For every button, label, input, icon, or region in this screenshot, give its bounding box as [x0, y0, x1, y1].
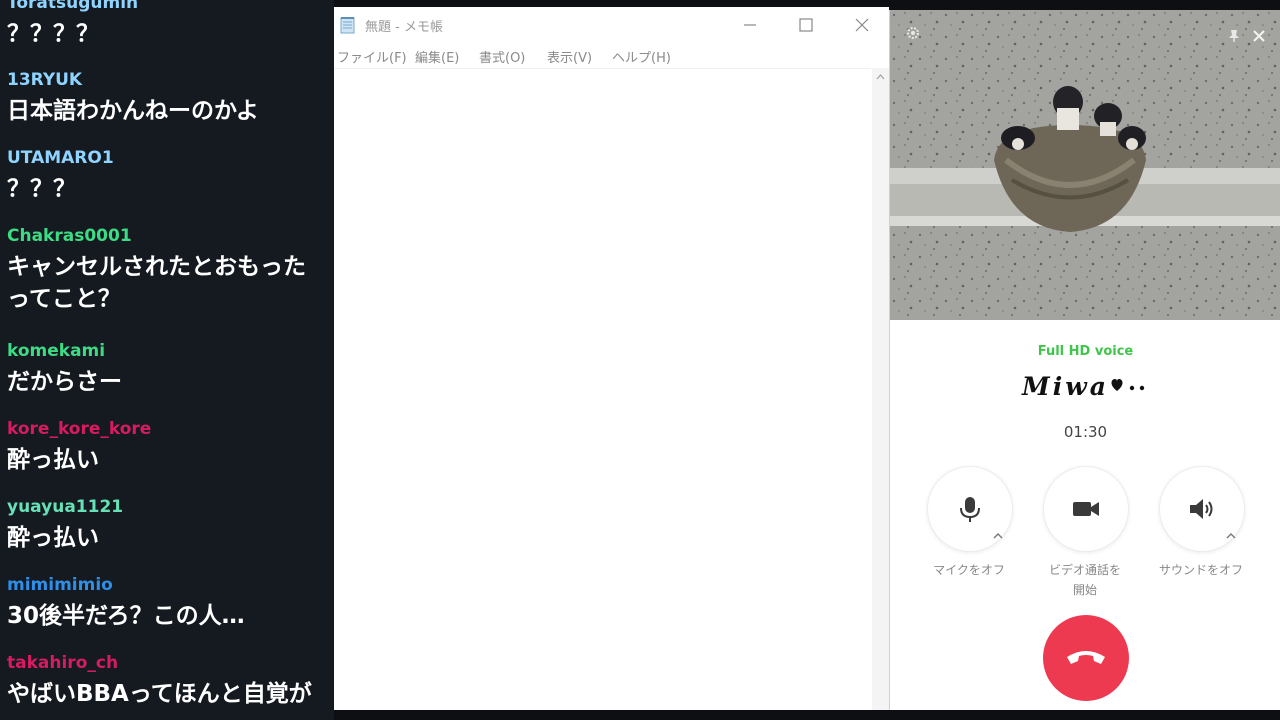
chat-username: Chakras0001 [7, 226, 132, 246]
start-video-label-line2: 開始 [1072, 583, 1097, 597]
hang-up-button[interactable] [1043, 615, 1129, 701]
chat-text: だからさー [7, 369, 122, 395]
video-camera-icon [1073, 502, 1099, 516]
notepad-title: 無題 - メモ帳 [365, 20, 443, 35]
menu-help[interactable]: ヘルプ(H) [612, 47, 671, 66]
mic-options-chevron-icon[interactable] [992, 532, 1004, 540]
chat-username: yuayua1121 [7, 497, 124, 517]
close-call-window-icon[interactable] [1252, 29, 1266, 43]
microphone-icon [960, 497, 980, 522]
vertical-scrollbar[interactable] [872, 68, 889, 710]
close-icon [855, 18, 869, 32]
start-video-label-line1: ビデオ通話を [1048, 563, 1121, 577]
chat-panel: Toratsugumin ？？？？ 13RYUK 日本語わかんねーのかよ UTA… [0, 0, 334, 720]
chat-message: takahiro_ch やばいBBAってほんと自覚が [7, 652, 312, 710]
chat-message: komekami だからさー [7, 340, 122, 398]
minimize-icon [744, 24, 756, 26]
maximize-button[interactable] [791, 13, 821, 37]
close-button[interactable] [847, 13, 877, 37]
call-timer: 01:30 [1063, 423, 1108, 441]
menu-edit[interactable]: 編集(E) [415, 47, 459, 66]
menu-view[interactable]: 表示(V) [547, 47, 592, 66]
chat-text: 日本語わかんねーのかよ [7, 98, 259, 124]
chat-message: 13RYUK 日本語わかんねーのかよ [7, 69, 259, 127]
start-video-button[interactable] [1043, 466, 1129, 552]
caller-name: Miwa [890, 372, 1280, 401]
notepad-titlebar[interactable]: 無題 - メモ帳 [334, 7, 889, 43]
settings-icon[interactable] [906, 26, 920, 40]
notepad-icon [340, 17, 355, 34]
mute-mic-label: マイクをオフ [909, 560, 1029, 580]
chat-message: mimimimio 30後半だろ？この人… [7, 574, 245, 632]
chat-text: 酔っ払い [7, 447, 99, 473]
video-feed [890, 10, 1280, 320]
heart-dots-decoration [1111, 379, 1145, 391]
notepad-menubar: ファイル(F) 編集(E) 書式(O) 表示(V) ヘルプ(H) [334, 44, 889, 68]
caller-name-text: Miwa [1022, 372, 1109, 401]
chat-text: 酔っ払い [7, 525, 99, 551]
sound-options-chevron-icon[interactable] [1225, 532, 1237, 540]
mute-sound-label-text: サウンドをオフ [1158, 563, 1243, 577]
notepad-window: 無題 - メモ帳 ファイル(F) 編集(E) 書式(O) 表示(V) ヘルプ(H… [334, 7, 889, 711]
chat-text: 30後半だろ？この人… [7, 603, 245, 629]
chat-username: kore_kore_kore [7, 419, 152, 439]
chat-username: 13RYUK [7, 70, 83, 90]
chat-username: UTAMARO1 [7, 148, 114, 168]
chat-username: Toratsugumin [7, 0, 139, 13]
chat-text: やばいBBAってほんと自覚が [7, 681, 312, 707]
scroll-up-icon[interactable] [875, 72, 886, 82]
bottom-bar [334, 710, 1280, 720]
call-quality-label: Full HD voice [1037, 344, 1134, 359]
chat-username: mimimimio [7, 575, 113, 595]
menu-file[interactable]: ファイル(F) [337, 47, 407, 66]
phone-hangup-icon [1067, 651, 1105, 664]
chat-message: yuayua1121 酔っ払い [7, 496, 123, 554]
notepad-text-area[interactable] [334, 68, 871, 711]
chat-text: ？？？？ [7, 21, 99, 47]
maximize-icon [799, 18, 813, 32]
chat-message: Toratsugumin ？？？？ [7, 0, 138, 50]
chat-text: キャンセルされたとおもった [7, 254, 306, 280]
mute-sound-label: サウンドをオフ [1141, 560, 1261, 580]
video-image [890, 10, 1280, 320]
mute-mic-label-text: マイクをオフ [933, 563, 1005, 577]
chat-username: takahiro_ch [7, 653, 119, 673]
call-window: Full HD voice Miwa 01:30 マイクをオフ ビデオ通話を 開… [889, 10, 1280, 720]
minimize-button[interactable] [735, 13, 765, 37]
menu-format[interactable]: 書式(O) [479, 47, 525, 66]
chat-username: komekami [7, 341, 106, 361]
start-video-label: ビデオ通話を 開始 [1025, 560, 1145, 600]
chat-message: UTAMARO1 ？？？ [7, 147, 114, 205]
chat-message: Chakras0001 キャンセルされたとおもった ってこと？ [7, 225, 306, 315]
chat-text: ？？？ [7, 176, 76, 202]
chat-text-continued: ってこと？ [7, 286, 121, 312]
speaker-icon [1190, 499, 1213, 519]
chat-message: kore_kore_kore 酔っ払い [7, 418, 151, 476]
pin-icon[interactable] [1227, 29, 1241, 43]
